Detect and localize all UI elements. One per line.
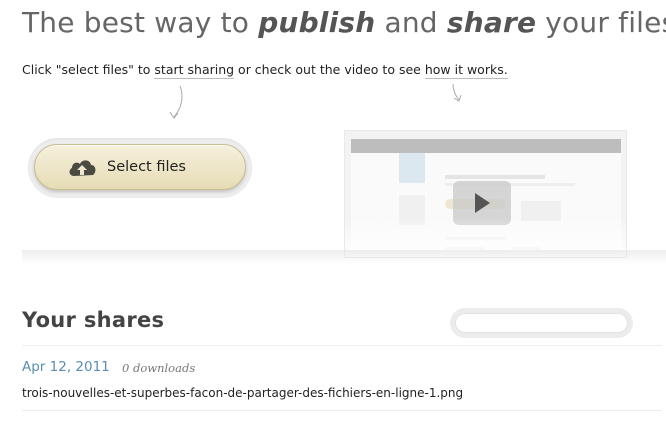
page-headline: The best way to publish and share your f… bbox=[22, 6, 666, 39]
your-shares-heading: Your shares bbox=[22, 308, 165, 332]
video-text-placeholder bbox=[445, 175, 545, 179]
select-files-button[interactable]: Select files bbox=[34, 144, 246, 190]
divider bbox=[22, 345, 662, 346]
start-sharing-link[interactable]: start sharing bbox=[154, 62, 235, 79]
share-date-link[interactable]: Apr 12, 2011 bbox=[22, 359, 110, 375]
arrow-down-icon bbox=[452, 83, 462, 102]
section-divider bbox=[22, 250, 666, 264]
arrow-down-left-icon bbox=[169, 85, 183, 119]
share-filename-link[interactable]: trois-nouvelles-et-superbes-facon-de-par… bbox=[22, 386, 463, 400]
select-files-well: Select files bbox=[28, 138, 252, 198]
cloud-upload-icon bbox=[69, 160, 96, 176]
video-preview[interactable] bbox=[344, 130, 627, 258]
headline-publish: publish bbox=[258, 6, 376, 39]
intro-text-1: Click "select files" to bbox=[22, 62, 155, 77]
shares-search-input[interactable] bbox=[455, 313, 628, 333]
shares-search-well bbox=[450, 308, 633, 338]
headline-share: share bbox=[446, 6, 537, 39]
video-topbar bbox=[351, 139, 621, 153]
headline-text-2: and bbox=[375, 6, 447, 39]
headline-text-1: The best way to bbox=[22, 6, 259, 39]
divider bbox=[22, 410, 662, 411]
select-files-label: Select files bbox=[107, 159, 186, 175]
headline-text-3: your files bbox=[536, 6, 666, 39]
intro-text: Click "select files" to start sharing or… bbox=[22, 62, 508, 79]
play-icon bbox=[475, 193, 490, 213]
intro-text-2: or check out the video to see bbox=[234, 62, 425, 77]
how-it-works-link[interactable]: how it works. bbox=[424, 62, 508, 79]
video-logo-placeholder bbox=[399, 153, 425, 183]
share-download-count: 0 downloads bbox=[122, 361, 196, 375]
